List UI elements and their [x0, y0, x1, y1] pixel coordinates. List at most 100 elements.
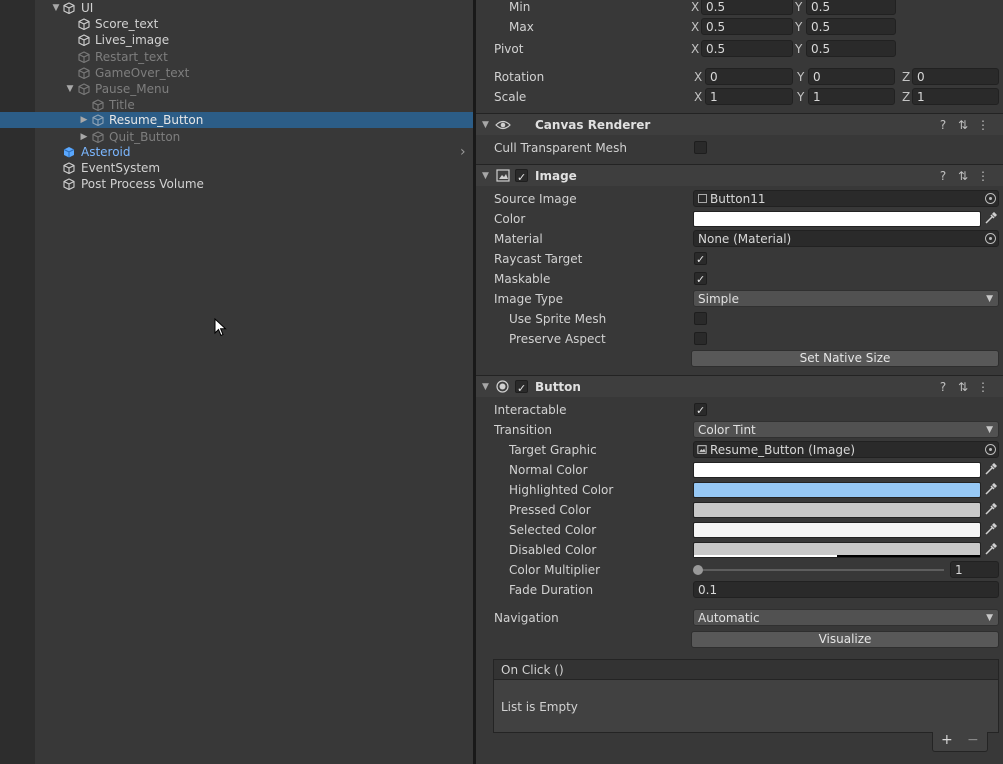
normal-color-swatch[interactable]	[693, 462, 981, 478]
hierarchy-item-quit-button[interactable]: ▶ Quit_Button	[0, 129, 473, 145]
hierarchy-item-asteroid[interactable]: Asteroid ›	[0, 144, 473, 160]
raycast-target-checkbox[interactable]: ✓	[694, 252, 707, 266]
check-icon: ✓	[696, 253, 706, 266]
preserve-aspect-checkbox[interactable]	[694, 332, 707, 345]
target-graphic-field[interactable]: Resume_Button (Image)	[693, 441, 999, 458]
transition-dropdown[interactable]: Color Tint ▼	[693, 421, 999, 438]
canvas-renderer-header[interactable]: ▼ Canvas Renderer ? ⇅ ⋮	[476, 113, 1003, 135]
rotation-z-field[interactable]: 0	[912, 68, 999, 85]
button-enabled-checkbox[interactable]: ✓	[515, 380, 528, 395]
target-graphic-row: Target Graphic Resume_Button (Image)	[476, 440, 1003, 460]
anchor-min-x-field[interactable]: 0.5	[701, 0, 793, 15]
image-type-dropdown[interactable]: Simple ▼	[693, 290, 999, 307]
transition-row: Transition Color Tint ▼	[476, 420, 1003, 440]
hierarchy-item-label: Pause_Menu	[95, 82, 170, 96]
image-enabled-checkbox[interactable]: ✓	[515, 169, 528, 184]
gameobject-cube-icon	[78, 83, 90, 95]
scale-z-field[interactable]: 1	[912, 88, 999, 105]
eyedropper-icon[interactable]	[984, 503, 997, 516]
image-component-header[interactable]: ▼ ✓ Image ? ⇅ ⋮	[476, 164, 1003, 186]
object-picker-icon[interactable]	[985, 233, 996, 244]
remove-listener-button[interactable]: −	[967, 732, 979, 748]
component-header-icons: ? ⇅ ⋮	[933, 165, 993, 187]
open-prefab-chevron-icon[interactable]: ›	[460, 144, 466, 160]
hierarchy-item-eventsystem[interactable]: EventSystem	[0, 160, 473, 176]
expand-arrow-icon[interactable]: ▶	[78, 112, 90, 128]
hierarchy-item-resume-button[interactable]: ▶ Resume_Button	[0, 112, 473, 128]
anchor-max-x-field[interactable]: 0.5	[701, 18, 793, 35]
presets-icon[interactable]: ⇅	[953, 114, 973, 136]
hierarchy-item-post-process-volume[interactable]: Post Process Volume	[0, 176, 473, 192]
rotation-y-field[interactable]: 0	[808, 68, 895, 85]
scale-x-field[interactable]: 1	[705, 88, 793, 105]
use-sprite-mesh-row: Use Sprite Mesh	[476, 309, 1003, 329]
eyedropper-icon[interactable]	[984, 463, 997, 476]
maskable-checkbox[interactable]: ✓	[694, 272, 707, 286]
hierarchy-item-lives-image[interactable]: Lives_image	[0, 32, 473, 48]
hierarchy-item-ui[interactable]: ▼ UI	[0, 0, 473, 16]
expand-arrow-icon[interactable]: ▼	[64, 81, 76, 97]
axis-x-label: X	[691, 0, 700, 14]
eyedropper-icon[interactable]	[984, 543, 997, 556]
object-picker-icon[interactable]	[985, 193, 996, 204]
anchor-max-y-field[interactable]: 0.5	[806, 18, 896, 35]
use-sprite-mesh-checkbox[interactable]	[694, 312, 707, 325]
expand-arrow-icon[interactable]: ▼	[50, 0, 62, 16]
scale-y-field[interactable]: 1	[808, 88, 895, 105]
help-icon[interactable]: ?	[933, 114, 953, 136]
hierarchy-item-gameover-text[interactable]: GameOver_text	[0, 65, 473, 81]
pressed-color-swatch[interactable]	[693, 502, 981, 518]
hierarchy-panel[interactable]: ▼ UI Score_text Lives_image Restart_text…	[0, 0, 473, 764]
fold-arrow-icon[interactable]: ▼	[482, 376, 489, 398]
hierarchy-item-pause-menu[interactable]: ▼ Pause_Menu	[0, 81, 473, 97]
visualize-button[interactable]: Visualize	[691, 631, 999, 648]
maskable-row: Maskable ✓	[476, 269, 1003, 289]
eyedropper-icon[interactable]	[984, 212, 997, 225]
hierarchy-item-score-text[interactable]: Score_text	[0, 16, 473, 32]
hierarchy-item-restart-text[interactable]: Restart_text	[0, 49, 473, 65]
fold-arrow-icon[interactable]: ▼	[482, 165, 489, 187]
presets-icon[interactable]: ⇅	[953, 165, 973, 187]
eyedropper-icon[interactable]	[984, 523, 997, 536]
canvas-renderer-title: Canvas Renderer	[535, 118, 651, 132]
help-icon[interactable]: ?	[933, 165, 953, 187]
selected-color-swatch[interactable]	[693, 522, 981, 538]
button-component-header[interactable]: ▼ ✓ Button ? ⇅ ⋮	[476, 375, 1003, 397]
object-picker-icon[interactable]	[985, 444, 996, 455]
axis-x-label: X	[691, 42, 700, 56]
presets-icon[interactable]: ⇅	[953, 376, 973, 398]
multiplier-slider-track[interactable]	[697, 569, 944, 571]
expand-arrow-icon[interactable]: ▶	[78, 129, 90, 145]
inspector-panel[interactable]: Min X 0.5 Y 0.5 Max X 0.5 Y 0.5 Pivot X …	[476, 0, 1003, 764]
navigation-dropdown[interactable]: Automatic ▼	[693, 609, 999, 626]
pivot-x-field[interactable]: 0.5	[701, 40, 793, 57]
fold-arrow-icon[interactable]: ▼	[482, 114, 489, 136]
help-icon[interactable]: ?	[933, 376, 953, 398]
image-color-label: Color	[494, 212, 526, 226]
source-image-field[interactable]: Button11	[693, 190, 999, 207]
interactable-checkbox[interactable]: ✓	[694, 403, 707, 417]
gameobject-cube-icon	[63, 2, 75, 14]
hierarchy-item-title[interactable]: Title	[0, 97, 473, 113]
pivot-y-field[interactable]: 0.5	[806, 40, 896, 57]
material-label: Material	[494, 232, 543, 246]
fade-duration-field[interactable]: 0.1	[693, 581, 999, 598]
context-menu-icon[interactable]: ⋮	[973, 376, 993, 398]
color-multiplier-field[interactable]: 1	[950, 561, 999, 578]
add-listener-button[interactable]: +	[941, 732, 953, 748]
multiplier-slider-handle[interactable]	[693, 565, 703, 575]
anchor-min-y-field[interactable]: 0.5	[806, 0, 896, 15]
material-field[interactable]: None (Material)	[693, 230, 999, 247]
rotation-x-field[interactable]: 0	[705, 68, 793, 85]
context-menu-icon[interactable]: ⋮	[973, 114, 993, 136]
onclick-title: On Click ()	[501, 663, 564, 677]
context-menu-icon[interactable]: ⋮	[973, 165, 993, 187]
image-color-swatch[interactable]	[693, 211, 981, 227]
highlighted-color-swatch[interactable]	[693, 482, 981, 498]
cull-transparent-checkbox[interactable]	[694, 141, 707, 154]
eyedropper-icon[interactable]	[984, 483, 997, 496]
scale-row: Scale X 1 Y 1 Z 1	[476, 87, 1003, 107]
image-component-icon	[697, 445, 707, 454]
set-native-size-button[interactable]: Set Native Size	[691, 350, 999, 367]
disabled-color-swatch[interactable]	[693, 542, 981, 558]
